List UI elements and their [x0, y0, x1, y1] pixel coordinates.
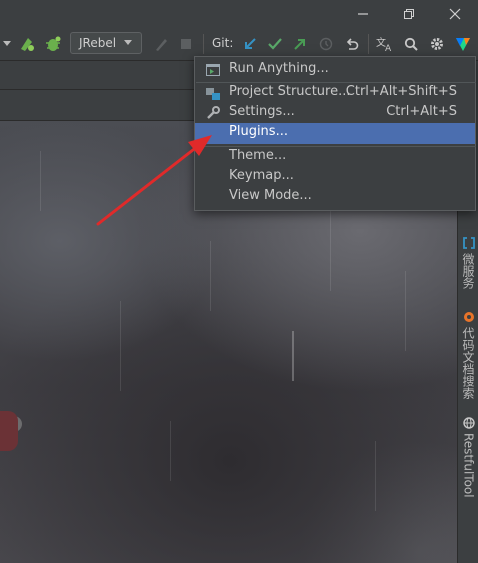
- git-rollback-button[interactable]: [342, 34, 362, 54]
- minimize-icon: [358, 13, 368, 15]
- arrow-down-left-icon: [245, 38, 256, 49]
- window-title-bar: [0, 0, 478, 28]
- menu-item-settings[interactable]: Settings... Ctrl+Alt+S: [195, 103, 475, 123]
- search-everywhere-button[interactable]: [401, 34, 421, 54]
- chevron-down-icon: [124, 40, 133, 45]
- jrebel-dropdown-label: JRebel: [79, 36, 117, 50]
- tool-window-label: 微服务: [461, 253, 475, 289]
- toolbox-app-button[interactable]: [452, 34, 474, 54]
- tool-window-microservice[interactable]: 微服务: [458, 237, 478, 289]
- settings-popup-menu: Run Anything... Project Structure... Ctr…: [194, 56, 476, 211]
- menu-item-shortcut: Ctrl+Alt+Shift+S: [345, 84, 457, 99]
- menu-item-label: Settings...: [229, 104, 295, 119]
- menu-item-label: Plugins...: [229, 124, 288, 139]
- menu-item-plugins[interactable]: Plugins...: [195, 123, 475, 144]
- svg-text:A: A: [385, 44, 392, 52]
- restore-icon: [404, 9, 414, 19]
- tool-window-doc-search[interactable]: 代码文档搜索: [458, 311, 478, 399]
- checkmark-icon: [268, 38, 282, 50]
- jrebel-debug-button[interactable]: [42, 34, 64, 54]
- jrebel-debug-icon: [46, 36, 61, 51]
- project-structure-icon: [206, 86, 220, 100]
- toolbar-separator: [368, 34, 369, 54]
- close-icon: [449, 8, 461, 20]
- jrebel-run-button[interactable]: [16, 34, 38, 54]
- doc-search-icon: [463, 312, 474, 322]
- menu-item-label: Run Anything...: [229, 61, 329, 76]
- tool-window-label: RestfulTool: [461, 433, 476, 498]
- git-push-button[interactable]: [290, 34, 310, 54]
- settings-button[interactable]: [427, 34, 447, 54]
- jrebel-dropdown[interactable]: JRebel: [70, 32, 142, 54]
- menu-item-label: Keymap...: [229, 168, 294, 183]
- gear-icon: [431, 38, 443, 50]
- menu-item-run-anything[interactable]: Run Anything...: [195, 60, 475, 80]
- close-button[interactable]: [432, 0, 478, 28]
- git-commit-button[interactable]: [265, 34, 285, 54]
- run-config-dropdown-arrow[interactable]: [1, 34, 13, 54]
- restore-button[interactable]: [386, 0, 432, 28]
- menu-item-keymap[interactable]: Keymap...: [195, 167, 475, 187]
- chevron-down-icon: [3, 41, 11, 46]
- attach-debugger-icon: [156, 39, 167, 51]
- menu-item-theme[interactable]: Theme...: [195, 147, 475, 167]
- jrebel-run-icon: [21, 38, 34, 51]
- stop-icon: [181, 39, 191, 49]
- git-label: Git:: [212, 36, 234, 50]
- git-history-button[interactable]: [316, 34, 336, 54]
- run-anything-icon: [206, 63, 220, 77]
- git-update-button[interactable]: [240, 34, 260, 54]
- attach-debugger-button[interactable]: [150, 34, 172, 54]
- toolbox-icon: [456, 38, 470, 51]
- toolbar-separator: [203, 34, 204, 54]
- globe-icon: [462, 417, 475, 429]
- minimize-button[interactable]: [340, 0, 386, 28]
- clock-icon: [319, 37, 333, 51]
- undo-icon: [346, 38, 359, 50]
- wrench-icon: [206, 106, 220, 120]
- tool-window-restfultool[interactable]: RestfulTool: [458, 417, 478, 498]
- translate-button[interactable]: 文A: [374, 34, 396, 54]
- menu-item-shortcut: Ctrl+Alt+S: [386, 104, 457, 119]
- translate-icon: 文A: [376, 36, 392, 52]
- search-icon: [404, 37, 418, 51]
- stop-button[interactable]: [176, 34, 196, 54]
- arrow-up-right-icon: [294, 39, 305, 50]
- menu-item-label: Project Structure...: [229, 84, 351, 99]
- menu-item-project-structure[interactable]: Project Structure... Ctrl+Alt+Shift+S: [195, 83, 475, 103]
- menu-item-label: Theme...: [229, 148, 287, 163]
- menu-item-label: View Mode...: [229, 188, 312, 203]
- tool-window-label: 代码文档搜索: [461, 327, 475, 399]
- menu-item-view-mode[interactable]: View Mode...: [195, 187, 475, 207]
- microservice-icon: [462, 237, 475, 249]
